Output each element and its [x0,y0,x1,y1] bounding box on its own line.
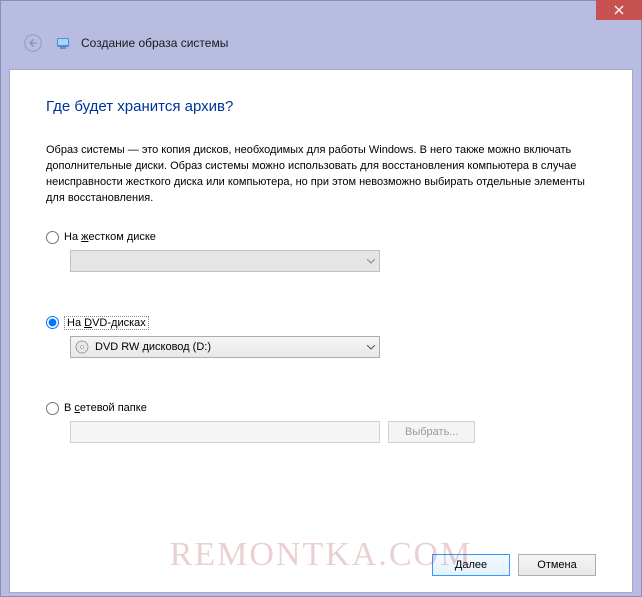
network-path-input [70,421,380,443]
dvd-dropdown[interactable]: DVD RW дисковод (D:) [70,336,380,358]
radio-network[interactable] [46,402,59,415]
close-icon [614,5,624,15]
hdd-dropdown [70,250,380,272]
app-icon [55,35,71,51]
next-button[interactable]: Далее [432,554,510,576]
window-title: Создание образа системы [81,36,228,50]
cancel-button[interactable]: Отмена [518,554,596,576]
option-hdd-label: На жестком диске [64,231,156,243]
radio-hdd[interactable] [46,231,59,244]
wizard-window: Создание образа системы Где будет хранит… [0,0,642,597]
option-dvd-row[interactable]: На DVD-дисках [46,316,596,330]
option-network: В сетевой папке Выбрать... [46,402,596,443]
browse-button: Выбрать... [388,421,475,443]
dvd-dropdown-value: DVD RW дисковод (D:) [95,341,211,353]
option-hdd: На жестком диске [46,231,596,272]
page-description: Образ системы — это копия дисков, необхо… [46,143,596,207]
option-network-row[interactable]: В сетевой папке [46,402,596,415]
back-arrow-icon [24,34,42,52]
chevron-down-icon [367,341,375,353]
page-heading: Где будет хранится архив? [46,98,596,115]
header: Создание образа системы [1,25,641,69]
chevron-down-icon [367,255,375,267]
disc-icon [75,341,91,353]
network-row: Выбрать... [70,421,596,443]
content-area: Где будет хранится архив? Образ системы … [9,69,633,593]
titlebar [1,1,641,25]
footer: Далее Отмена [46,542,596,576]
close-button[interactable] [596,0,642,20]
option-dvd: На DVD-дисках DVD RW дисковод (D:) [46,316,596,358]
radio-dvd[interactable] [46,316,59,329]
option-hdd-row[interactable]: На жестком диске [46,231,596,244]
option-dvd-label: На DVD-дисках [64,316,149,330]
option-network-label: В сетевой папке [64,402,147,414]
back-button [21,31,45,55]
